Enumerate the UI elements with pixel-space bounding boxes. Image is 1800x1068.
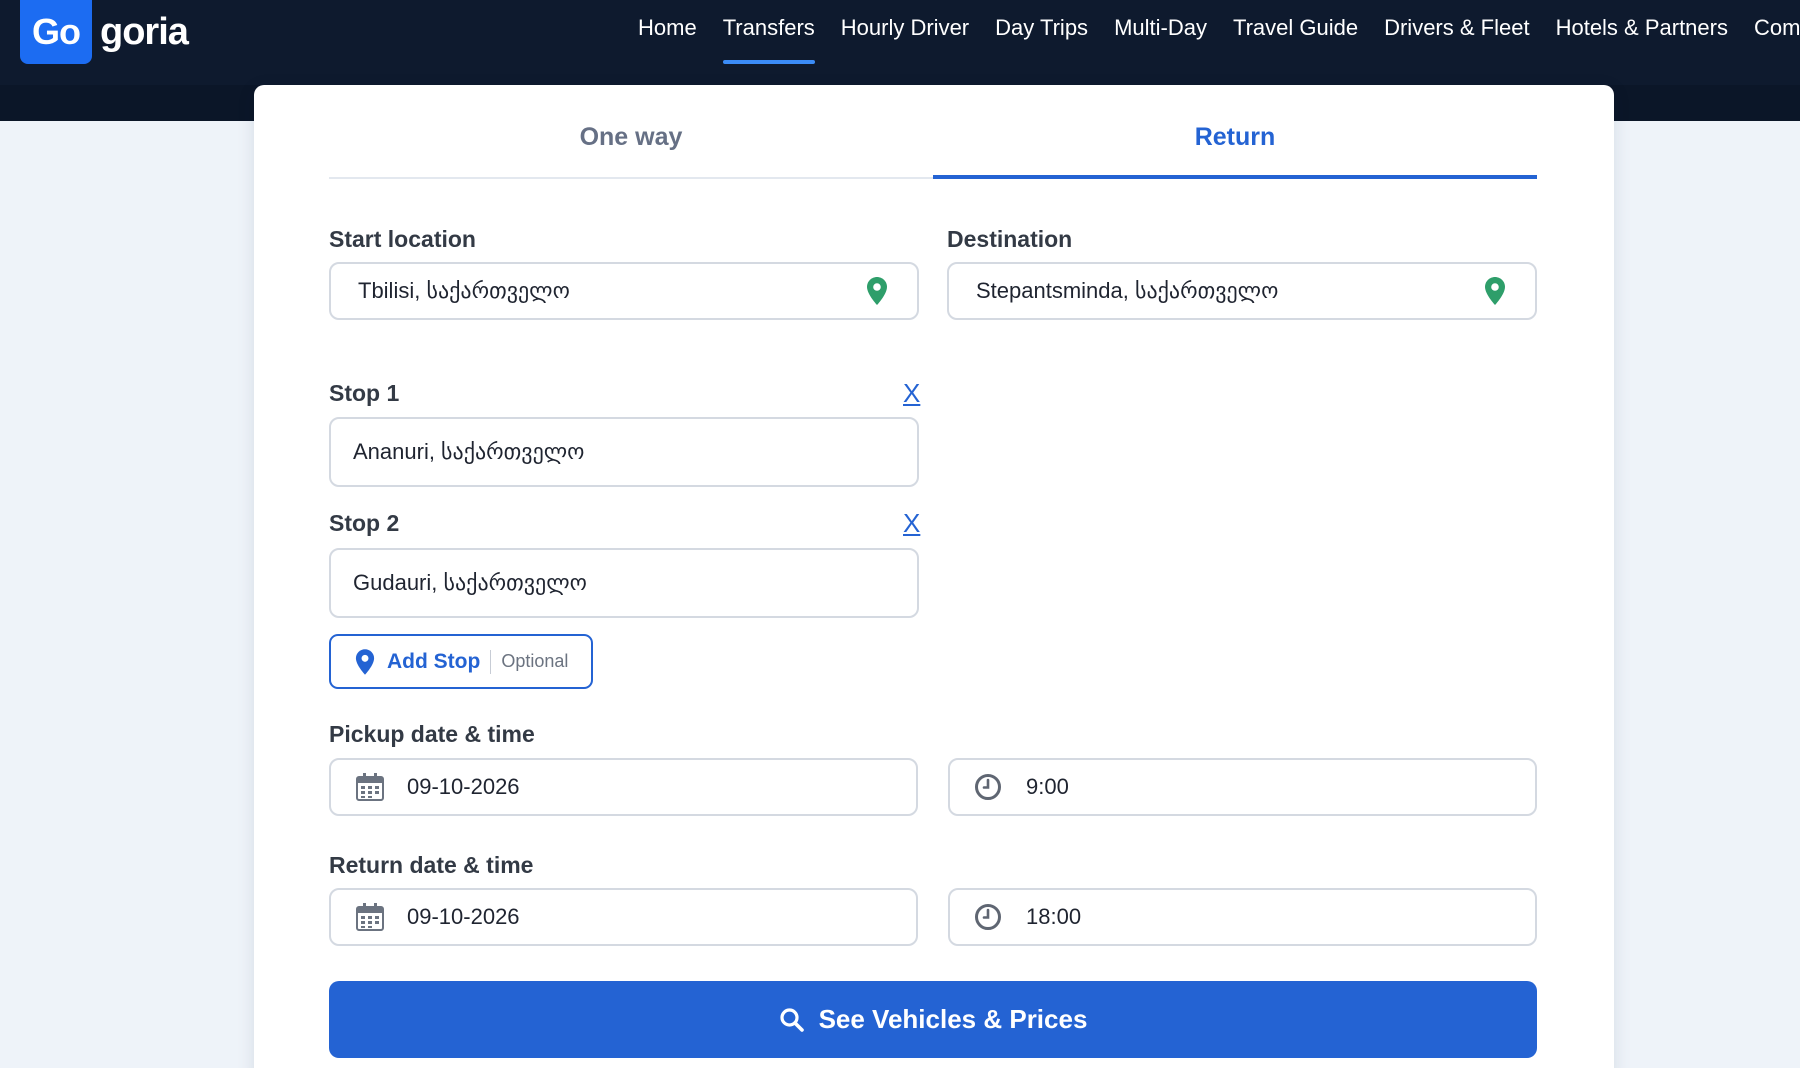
nav-item-hotels-partners[interactable]: Hotels & Partners xyxy=(1556,0,1728,64)
stop-1-label: Stop 1 xyxy=(329,380,400,406)
return-label: Return date & time xyxy=(329,852,534,878)
pickup-date-value: 09-10-2026 xyxy=(407,774,520,799)
calendar-icon xyxy=(355,772,385,802)
destination-value: Stepantsminda, საქართველო xyxy=(976,278,1279,303)
main-nav: Home Transfers Hourly Driver Day Trips M… xyxy=(638,0,1800,64)
stop-2-value: Gudauri, საქართველო xyxy=(353,570,587,595)
logo-mark: Go xyxy=(20,0,92,64)
start-location-input[interactable]: Tbilisi, საქართველო xyxy=(329,262,919,320)
trip-type-tabs: One way Return xyxy=(329,85,1537,179)
add-stop-divider xyxy=(490,649,492,674)
clock-icon xyxy=(974,773,1004,801)
tab-return[interactable]: Return xyxy=(933,85,1537,179)
destination-label: Destination xyxy=(947,226,1073,252)
return-time-value: 18:00 xyxy=(1026,904,1082,929)
add-stop-label: Add Stop xyxy=(387,649,481,673)
map-pin-icon xyxy=(355,648,375,676)
booking-form-card: One way Return Start location Tbilisi, ს… xyxy=(254,85,1614,1068)
nav-item-home[interactable]: Home xyxy=(638,0,697,64)
calendar-icon xyxy=(355,902,385,932)
pickup-time-value: 9:00 xyxy=(1026,774,1069,799)
search-icon xyxy=(779,1007,805,1033)
stop-1-value: Ananuri, საქართველო xyxy=(353,439,585,464)
return-date-value: 09-10-2026 xyxy=(407,904,520,929)
nav-item-travel-guide[interactable]: Travel Guide xyxy=(1233,0,1358,64)
pickup-date-input[interactable]: 09-10-2026 xyxy=(329,758,918,816)
add-stop-button[interactable]: Add Stop Optional xyxy=(329,634,593,689)
stop-1-input[interactable]: Ananuri, საქართველო xyxy=(329,417,919,487)
nav-item-day-trips[interactable]: Day Trips xyxy=(995,0,1088,64)
map-pin-icon xyxy=(865,275,889,307)
pickup-label: Pickup date & time xyxy=(329,721,535,747)
map-pin-icon xyxy=(1483,275,1507,307)
remove-stop-1-button[interactable]: X xyxy=(903,378,920,409)
stop-2-label: Stop 2 xyxy=(329,510,400,536)
remove-stop-2-button[interactable]: X xyxy=(903,508,920,539)
nav-item-transfers[interactable]: Transfers xyxy=(722,0,815,64)
logo[interactable]: Go goria xyxy=(20,0,189,64)
destination-input[interactable]: Stepantsminda, საქართველო xyxy=(947,262,1537,320)
stop-2-input[interactable]: Gudauri, საქართველო xyxy=(329,548,919,618)
start-location-label: Start location xyxy=(329,226,476,252)
nav-item-comp[interactable]: Comp xyxy=(1754,0,1800,64)
return-time-input[interactable]: 18:00 xyxy=(948,888,1537,946)
pickup-time-input[interactable]: 9:00 xyxy=(948,758,1537,816)
logo-wordmark: goria xyxy=(100,10,189,53)
clock-icon xyxy=(974,903,1004,931)
nav-item-multi-day[interactable]: Multi-Day xyxy=(1114,0,1207,64)
tab-one-way[interactable]: One way xyxy=(329,85,933,177)
nav-item-hourly-driver[interactable]: Hourly Driver xyxy=(841,0,969,64)
see-vehicles-button[interactable]: See Vehicles & Prices xyxy=(329,981,1537,1058)
return-date-input[interactable]: 09-10-2026 xyxy=(329,888,918,946)
nav-item-drivers-fleet[interactable]: Drivers & Fleet xyxy=(1384,0,1529,64)
start-location-value: Tbilisi, საქართველო xyxy=(358,278,570,303)
see-vehicles-label: See Vehicles & Prices xyxy=(818,1004,1088,1034)
add-stop-optional-hint: Optional xyxy=(501,651,569,671)
